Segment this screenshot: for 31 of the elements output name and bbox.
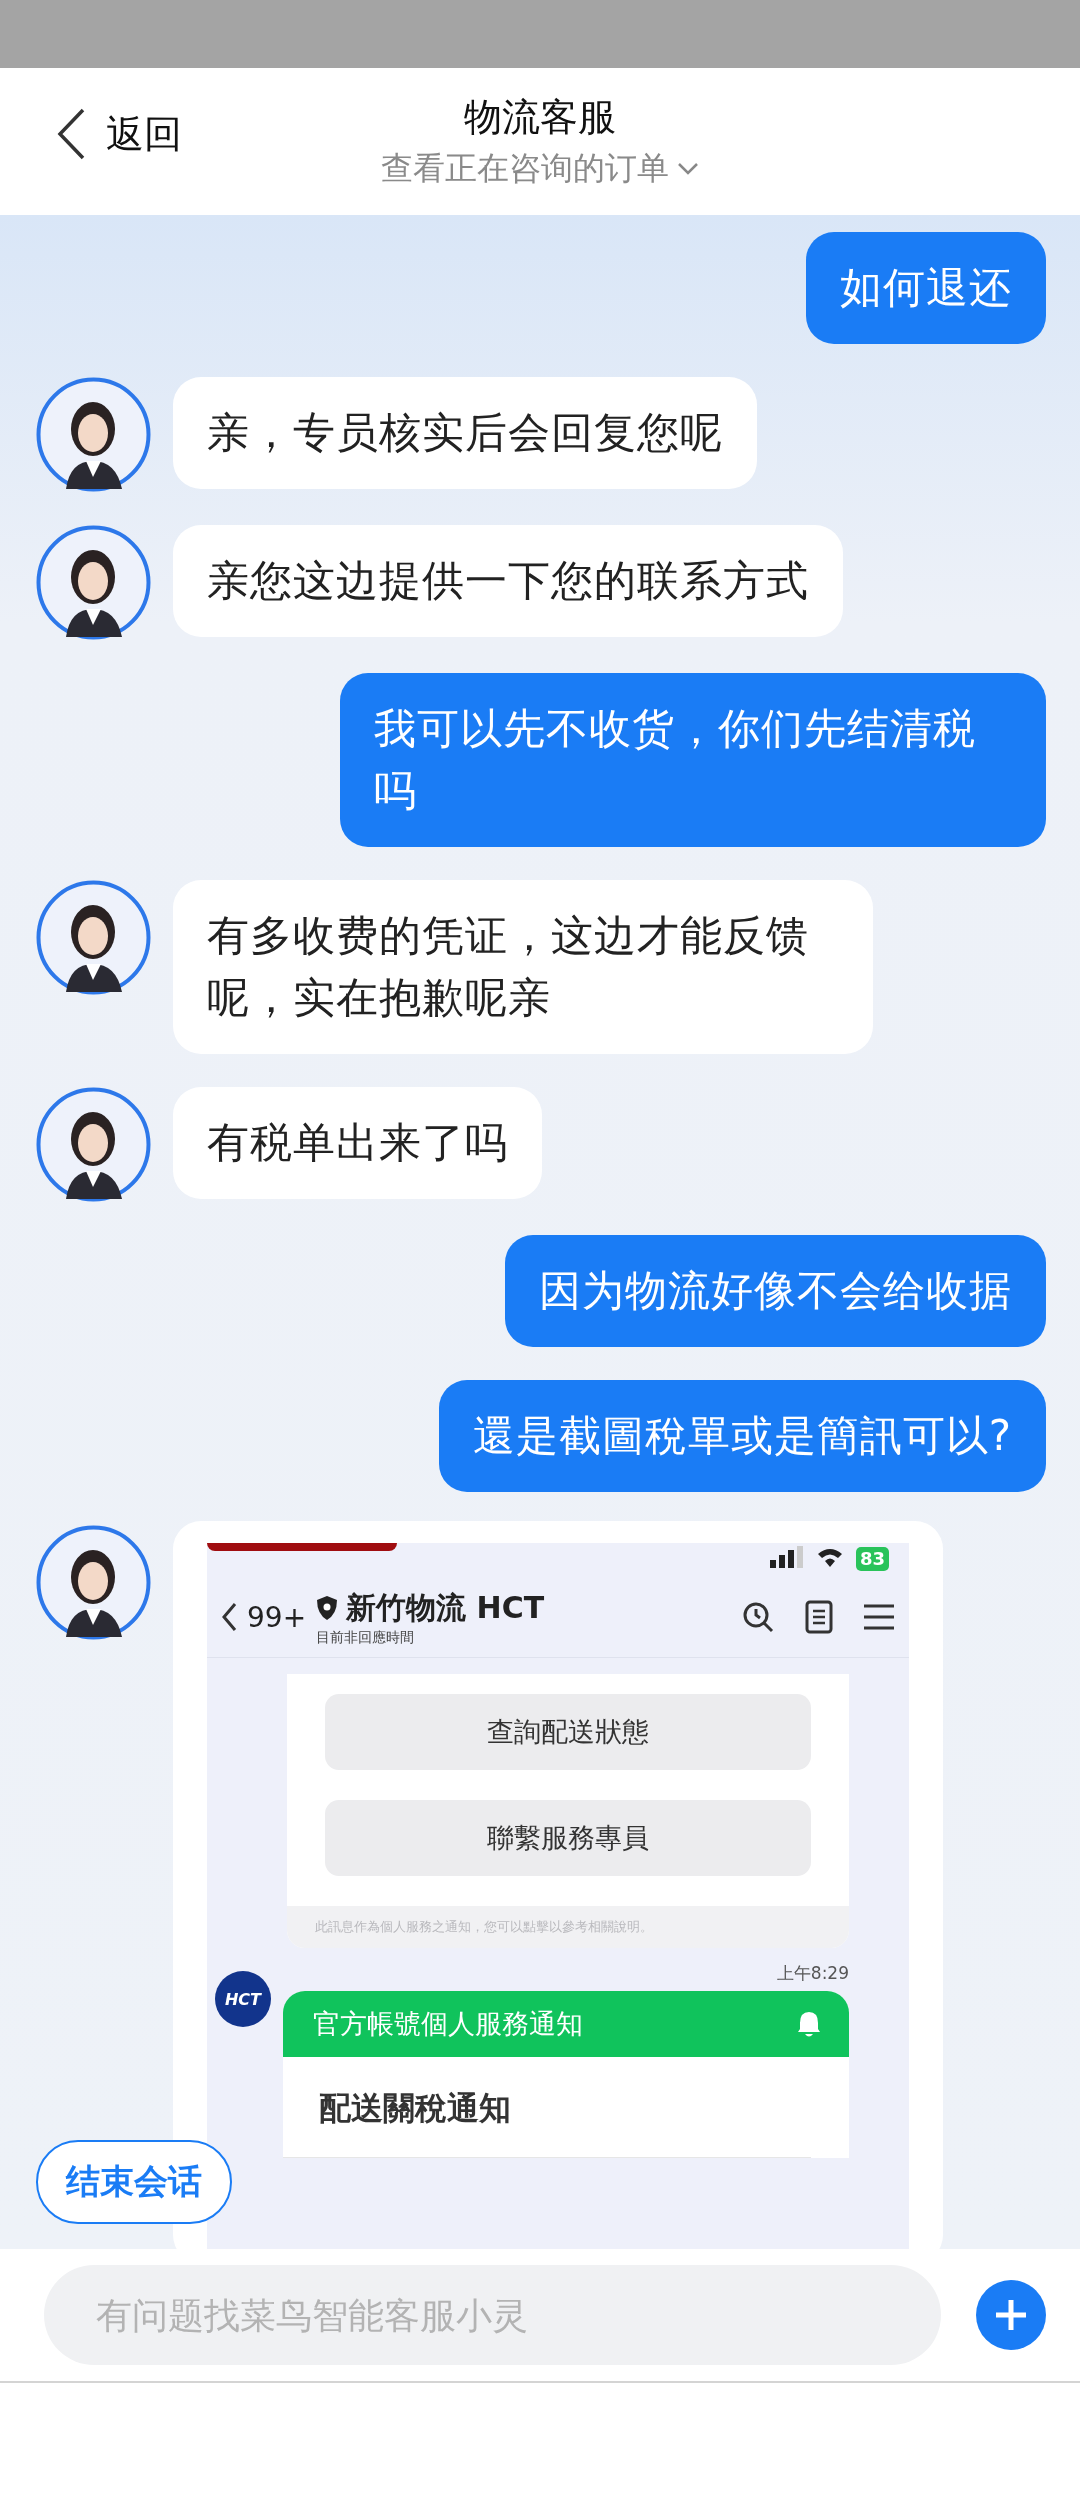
shot-action-button[interactable]: 查詢配送狀態 [325, 1694, 811, 1770]
message-bubble: 亲您这边提供一下您的联系方式 [173, 525, 843, 637]
document-icon [805, 1600, 833, 1634]
message-bubble: 我可以先不收货，你们先结清税吗 [340, 673, 1046, 847]
message-input[interactable]: 有问题找菜鸟智能客服小灵 [44, 2265, 941, 2365]
signal-icon [769, 1546, 804, 1568]
bell-icon [797, 2010, 821, 2038]
company-logo: HCT [215, 1971, 271, 2027]
message-bubble: 亲，专员核实后会回复您呢 [173, 377, 757, 489]
shield-icon [316, 1595, 339, 1621]
shot-action-button[interactable]: 聯繫服務專員 [325, 1800, 811, 1876]
notification-header: 官方帳號個人服務通知 [283, 1991, 849, 2057]
back-chevron-icon [221, 1602, 237, 1632]
message-bubble: 有税单出来了吗 [173, 1087, 542, 1199]
message-bubble: 如何退还 [806, 232, 1046, 344]
battery-level: 83 [855, 1547, 889, 1571]
search-icon [741, 1600, 775, 1634]
message-bubble: 還是截圖稅單或是簡訊可以? [438, 1380, 1046, 1492]
end-session-button[interactable]: 结束会话 [36, 2140, 232, 2224]
message-bubble: 因为物流好像不会给收据 [505, 1235, 1046, 1347]
account-title: 新竹物流 HCT [346, 1588, 545, 1627]
message-time: 上午8:29 [776, 1962, 849, 1985]
account-status: 目前非回應時間 [316, 1628, 416, 1647]
menu-icon [863, 1603, 895, 1631]
unread-count: 99+ [247, 1600, 307, 1634]
page-title: 物流客服 [464, 94, 616, 141]
message-bubble: 有多收费的凭证，这边才能反馈呢，实在抱歉呢亲 [173, 880, 873, 1054]
notification-title: 配送關稅通知 [283, 2057, 811, 2158]
back-button[interactable]: 返回 [56, 108, 182, 160]
chevron-down-icon [677, 162, 699, 176]
back-chevron-icon [56, 108, 86, 160]
